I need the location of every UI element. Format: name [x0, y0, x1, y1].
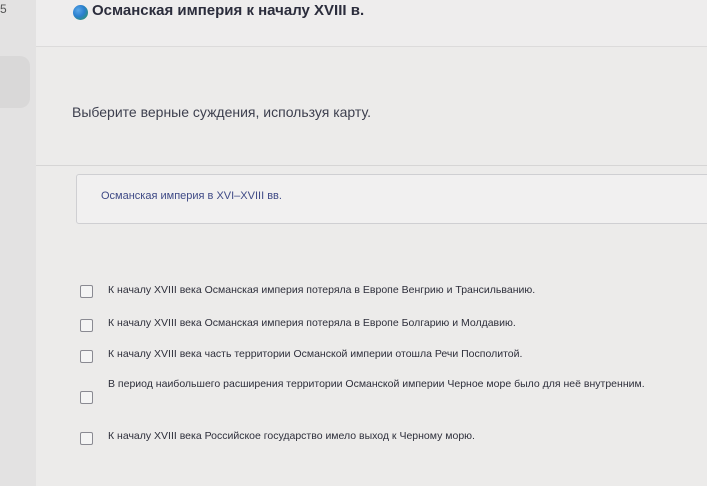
answer-checkbox[interactable] [80, 319, 93, 332]
map-dropdown-label: Османская империя в XVI–XVIII вв. [101, 190, 282, 202]
answer-option-text: В период наибольшего расширения территор… [108, 378, 645, 390]
answer-option-text: К началу XVIII века Османская империя по… [108, 317, 516, 329]
answer-checkbox[interactable] [80, 391, 93, 404]
question-title: Османская империя к началу XVIII в. [92, 2, 365, 19]
answer-option-text: К началу XVIII века часть территории Осм… [108, 348, 523, 360]
question-content: Выберите верные суждения, используя карт… [36, 47, 707, 486]
page-number: 5 [0, 2, 7, 16]
left-strip: 5 [0, 0, 36, 486]
globe-icon [73, 5, 88, 20]
divider [36, 165, 707, 166]
answer-checkbox[interactable] [80, 350, 93, 363]
question-instruction: Выберите верные суждения, используя карт… [72, 104, 371, 120]
question-header: Османская империя к началу XVIII в. [36, 0, 707, 47]
map-dropdown[interactable]: Османская империя в XVI–XVIII вв. ⌄ [76, 174, 707, 224]
side-tab[interactable] [0, 56, 30, 108]
answer-checkbox[interactable] [80, 432, 93, 445]
answer-option-text: К началу XVIII века Российское государст… [108, 430, 475, 442]
answer-checkbox[interactable] [80, 285, 93, 298]
answer-option-text: К началу XVIII века Османская империя по… [108, 284, 536, 296]
